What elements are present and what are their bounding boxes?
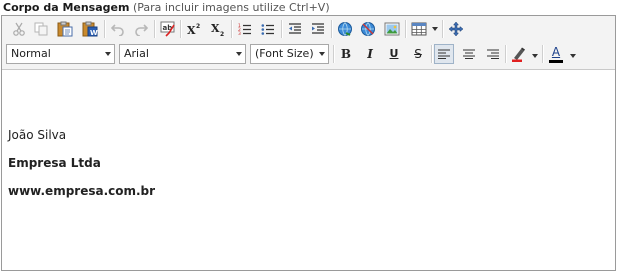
ordered-list-icon[interactable]: 123	[235, 19, 255, 39]
svg-text:W: W	[90, 29, 98, 37]
signature-name: João Silva	[8, 128, 67, 142]
editor-content-area[interactable]: João Silva Empresa Ltda www.empresa.com.…	[2, 70, 615, 270]
chevron-down-icon	[105, 52, 111, 56]
table-dropdown-arrow-icon[interactable]	[432, 27, 438, 31]
font-name-value: Arial	[124, 47, 149, 60]
svg-text:X: X	[187, 24, 196, 36]
editor-toolbar-format: Normal Arial (Font Size) B I U S A	[2, 41, 615, 70]
paragraph-format-value: Normal	[11, 47, 51, 60]
link-icon[interactable]	[335, 19, 355, 39]
unordered-list-icon[interactable]	[258, 19, 278, 39]
underline-button[interactable]: U	[384, 44, 404, 64]
font-color-dropdown-arrow-icon[interactable]	[570, 54, 576, 58]
align-right-button[interactable]	[483, 44, 503, 64]
subscript-icon[interactable]: X2	[208, 19, 228, 39]
svg-text:2: 2	[196, 23, 200, 30]
paste-word-icon[interactable]: W	[80, 19, 100, 39]
align-left-button[interactable]	[434, 44, 454, 64]
font-size-select[interactable]: (Font Size)	[250, 44, 329, 64]
align-center-button[interactable]	[459, 44, 479, 64]
editor-toolbar-top: W ab X2 X2 123	[2, 16, 615, 43]
signature-website: www.empresa.com.br	[8, 184, 156, 198]
redo-icon[interactable]	[131, 19, 151, 39]
move-icon[interactable]	[446, 19, 466, 39]
font-size-value: (Font Size)	[255, 47, 314, 60]
paragraph-format-select[interactable]: Normal	[6, 44, 115, 64]
message-body-caption: Corpo da Mensagem (Para incluir imagens …	[3, 1, 330, 15]
highlight-color-icon[interactable]	[509, 44, 529, 64]
svg-text:2: 2	[220, 31, 224, 36]
cut-icon[interactable]	[9, 19, 29, 39]
strikethrough-button[interactable]: S	[408, 44, 428, 64]
rich-text-editor: W ab X2 X2 123 Normal Arial (Font Size) …	[1, 15, 616, 271]
image-icon[interactable]	[382, 19, 402, 39]
highlight-dropdown-arrow-icon[interactable]	[532, 54, 538, 58]
spellcheck-icon[interactable]: ab	[158, 19, 178, 39]
table-icon[interactable]	[409, 19, 429, 39]
chevron-down-icon	[319, 52, 325, 56]
font-color-icon[interactable]: A	[546, 44, 566, 64]
svg-text:3: 3	[238, 31, 241, 36]
outdent-icon[interactable]	[285, 19, 305, 39]
unlink-icon[interactable]	[358, 19, 378, 39]
svg-text:X: X	[211, 22, 220, 35]
bold-button[interactable]: B	[336, 44, 356, 64]
font-color-letter: A	[551, 45, 561, 59]
italic-button[interactable]: I	[360, 44, 380, 64]
font-name-select[interactable]: Arial	[119, 44, 246, 64]
undo-icon[interactable]	[108, 19, 128, 39]
font-color-swatch	[549, 60, 563, 63]
paste-icon[interactable]	[55, 19, 75, 39]
caption-hint: (Para incluir imagens utilize Ctrl+V)	[132, 1, 330, 14]
signature-company: Empresa Ltda	[8, 156, 101, 170]
indent-icon[interactable]	[308, 19, 328, 39]
copy-icon[interactable]	[31, 19, 51, 39]
superscript-icon[interactable]: X2	[184, 19, 204, 39]
chevron-down-icon	[236, 52, 242, 56]
caption-label: Corpo da Mensagem	[3, 1, 130, 14]
